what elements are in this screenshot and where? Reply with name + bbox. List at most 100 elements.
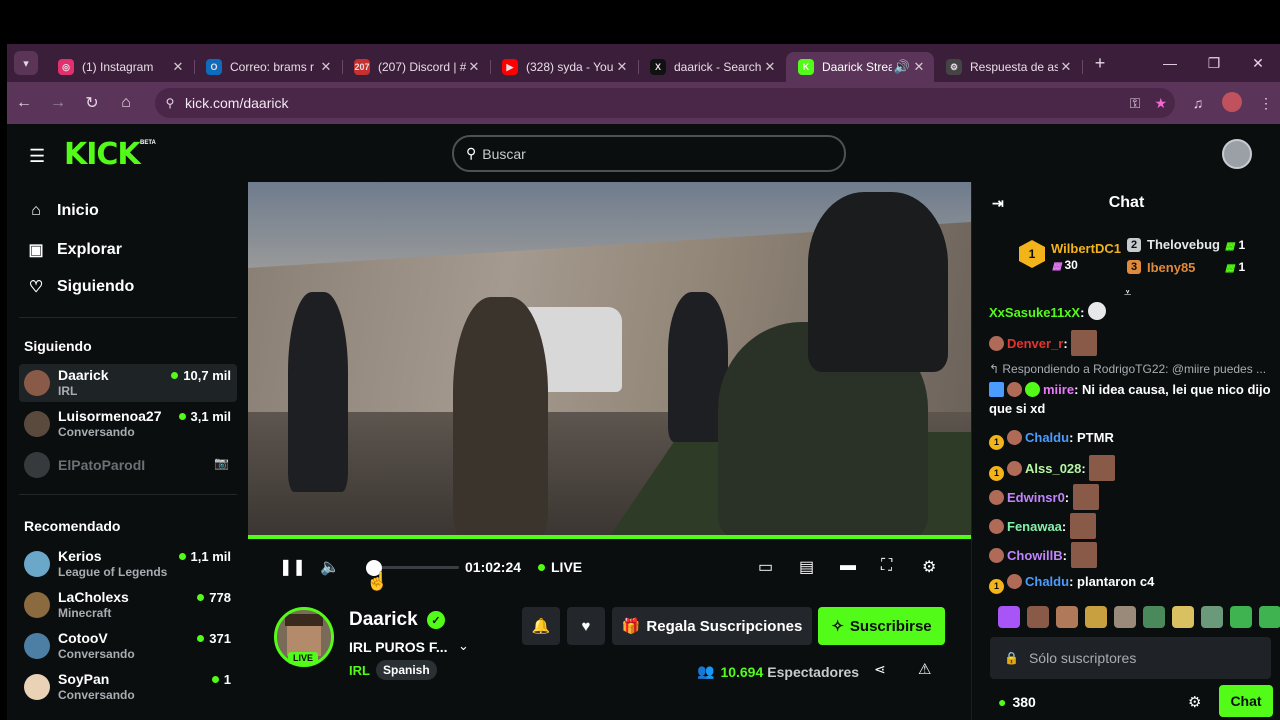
emote-button[interactable] bbox=[1027, 606, 1049, 628]
key-icon[interactable]: ⚿ bbox=[1130, 95, 1141, 112]
browser-tab[interactable]: ⚙ Respuesta de as ✕ bbox=[934, 52, 1083, 82]
streamer-name[interactable]: Daarick bbox=[349, 609, 418, 631]
expand-pinned-icon[interactable]: ⩡ bbox=[1124, 285, 1131, 301]
nav-siguiendo[interactable]: ♡ Siguiendo bbox=[25, 277, 135, 297]
browser-tab[interactable]: ◎ (1) Instagram ✕ bbox=[46, 52, 195, 82]
video-player[interactable] bbox=[248, 182, 971, 539]
emote-button[interactable] bbox=[1201, 606, 1223, 628]
hamburger-menu-icon[interactable]: ☰ bbox=[29, 146, 45, 167]
emote-button[interactable] bbox=[1230, 606, 1252, 628]
settings-gear-icon[interactable]: ⚙ bbox=[922, 557, 936, 577]
reload-icon[interactable]: ↻ bbox=[75, 93, 109, 113]
chat-input-box[interactable]: 🔒 bbox=[990, 637, 1271, 679]
channel-viewers-count: 3,1 mil bbox=[190, 409, 231, 424]
chat-settings-gear-icon[interactable]: ⚙ bbox=[1188, 693, 1201, 711]
theater-mode-icon[interactable]: ▬ bbox=[840, 557, 856, 575]
close-window-icon[interactable]: ✕ bbox=[1236, 55, 1280, 72]
media-icon[interactable]: ♫ bbox=[1188, 95, 1208, 111]
tab-close-icon[interactable]: ✕ bbox=[170, 59, 186, 75]
volume-slider[interactable] bbox=[369, 566, 459, 569]
fullscreen-icon[interactable]: ⛶ bbox=[881, 557, 892, 575]
mini-player-icon[interactable]: ▭ bbox=[758, 557, 773, 577]
chat-username[interactable]: Chaldu bbox=[1025, 574, 1069, 589]
chat-username[interactable]: Denver_r bbox=[1007, 336, 1063, 351]
stream-category[interactable]: IRL bbox=[349, 663, 370, 678]
tab-search-button[interactable]: ▾ bbox=[14, 51, 38, 75]
omnibox[interactable]: ⚲ kick.com/daarick ⚿ ★ bbox=[155, 88, 1175, 118]
forward-icon[interactable]: → bbox=[41, 94, 75, 112]
clip-icon[interactable]: ▤ bbox=[799, 557, 814, 577]
user-avatar[interactable] bbox=[1222, 139, 1252, 169]
leader-third-value: ▦ 1 bbox=[1225, 260, 1245, 274]
chat-username[interactable]: XxSasuke11xX bbox=[989, 305, 1080, 320]
emote-button[interactable] bbox=[1259, 606, 1280, 628]
skull-emote bbox=[1088, 302, 1107, 320]
tab-close-icon[interactable]: ✕ bbox=[318, 59, 334, 75]
leader-third-name[interactable]: Ibeny85 bbox=[1147, 260, 1195, 275]
chat-username[interactable]: Edwinsr0 bbox=[1007, 490, 1065, 505]
sidebar-channel[interactable]: Daarick IRL 10,7 mil bbox=[19, 364, 237, 402]
sidebar-channel[interactable]: LaCholexs Minecraft 778 bbox=[19, 586, 237, 624]
leader-first-name[interactable]: WilbertDC1 bbox=[1051, 241, 1121, 256]
restore-icon[interactable]: ❐ bbox=[1192, 55, 1236, 72]
gift-subs-button[interactable]: 🎁 Regala Suscripciones bbox=[612, 607, 812, 645]
chat-input[interactable] bbox=[1028, 650, 1259, 666]
profile-avatar-icon[interactable] bbox=[1222, 91, 1242, 115]
tab-close-icon[interactable]: ✕ bbox=[1058, 59, 1074, 75]
reply-context[interactable]: ↰ Respondiendo a RodrigoTG22: @miire pue… bbox=[989, 362, 1275, 376]
bookmark-star-icon[interactable]: ★ bbox=[1154, 95, 1167, 112]
pause-icon[interactable]: ❚❚ bbox=[279, 557, 306, 577]
emote-button[interactable] bbox=[1143, 606, 1165, 628]
back-icon[interactable]: ← bbox=[7, 94, 41, 112]
nav-explorar[interactable]: ▣ Explorar bbox=[25, 240, 121, 260]
chat-username[interactable]: miire bbox=[1043, 382, 1074, 397]
rank-one-badge: 1 bbox=[1019, 240, 1045, 268]
channel-points[interactable]: ● 380 bbox=[998, 694, 1036, 710]
emote-button[interactable] bbox=[998, 606, 1020, 628]
sidebar-channel[interactable]: SoyPan Conversando 1 bbox=[19, 668, 237, 706]
tab-close-icon[interactable]: ✕ bbox=[466, 59, 482, 75]
new-tab-button[interactable]: + bbox=[1086, 53, 1114, 74]
leader-second-name[interactable]: Thelovebug bbox=[1147, 237, 1220, 252]
search-input[interactable] bbox=[482, 145, 803, 162]
minimize-icon[interactable]: — bbox=[1148, 55, 1192, 71]
report-warning-icon[interactable]: ⚠ bbox=[918, 660, 931, 678]
browser-tab[interactable]: Xdaarick - Search ✕ bbox=[638, 52, 786, 82]
kick-logo[interactable]: KICK bbox=[64, 137, 141, 172]
collapse-chat-icon[interactable]: ⇥ bbox=[992, 195, 1004, 212]
subscribe-button[interactable]: ✧ Suscribirse bbox=[818, 607, 945, 645]
menu-dots-icon[interactable]: ⋮ bbox=[1256, 95, 1276, 112]
sidebar-channel[interactable]: Kerios League of Legends 1,1 mil bbox=[19, 545, 237, 583]
emote-button[interactable] bbox=[1172, 606, 1194, 628]
volume-icon[interactable]: 🔈 bbox=[320, 557, 340, 577]
search-box[interactable]: ⚲ bbox=[452, 135, 846, 172]
notification-button[interactable]: 🔔 bbox=[522, 607, 560, 645]
send-chat-button[interactable]: Chat bbox=[1219, 685, 1273, 717]
tab-audio-close-icon[interactable]: 🔊 ✕ bbox=[892, 59, 926, 75]
site-info-icon[interactable]: ⚲ bbox=[155, 96, 185, 110]
tab-close-icon[interactable]: ✕ bbox=[762, 59, 778, 75]
nav-inicio[interactable]: ⌂ Inicio bbox=[25, 202, 99, 220]
chat-username[interactable]: Alss_028 bbox=[1025, 461, 1081, 476]
tab-label: (328) syda - You bbox=[526, 60, 614, 74]
browser-tab[interactable]: 207 (207) Discord | # ✕ bbox=[342, 52, 491, 82]
emote-button[interactable] bbox=[1056, 606, 1078, 628]
sidebar-channel[interactable]: CotooV Conversando 371 bbox=[19, 627, 237, 665]
browser-tab[interactable]: ▶ (328) syda - You ✕ bbox=[490, 52, 639, 82]
sidebar-channel[interactable]: Luisormenoa27 Conversando 3,1 mil bbox=[19, 405, 237, 443]
language-tag[interactable]: Spanish bbox=[376, 660, 437, 680]
chevron-down-icon[interactable]: ⌄ bbox=[458, 638, 469, 654]
chat-username[interactable]: Fenawaa bbox=[1007, 519, 1062, 534]
emote-button[interactable] bbox=[1114, 606, 1136, 628]
tab-close-icon[interactable]: ✕ bbox=[614, 59, 630, 75]
sidebar-channel[interactable]: ElPatoParodI 📷 bbox=[19, 446, 237, 484]
chat-username[interactable]: Chaldu bbox=[1025, 430, 1069, 445]
emote-button[interactable] bbox=[1085, 606, 1107, 628]
home-icon[interactable]: ⌂ bbox=[109, 94, 143, 112]
channel-viewers-count: 778 bbox=[209, 590, 231, 605]
browser-tab[interactable]: O Correo: brams r ✕ bbox=[194, 52, 343, 82]
browser-tab[interactable]: K Daarick Strea 🔊 ✕ bbox=[786, 52, 934, 82]
follow-button[interactable]: ♥ bbox=[567, 607, 605, 645]
share-icon[interactable]: ⋖ bbox=[874, 661, 886, 678]
chat-username[interactable]: ChowillB bbox=[1007, 548, 1063, 563]
